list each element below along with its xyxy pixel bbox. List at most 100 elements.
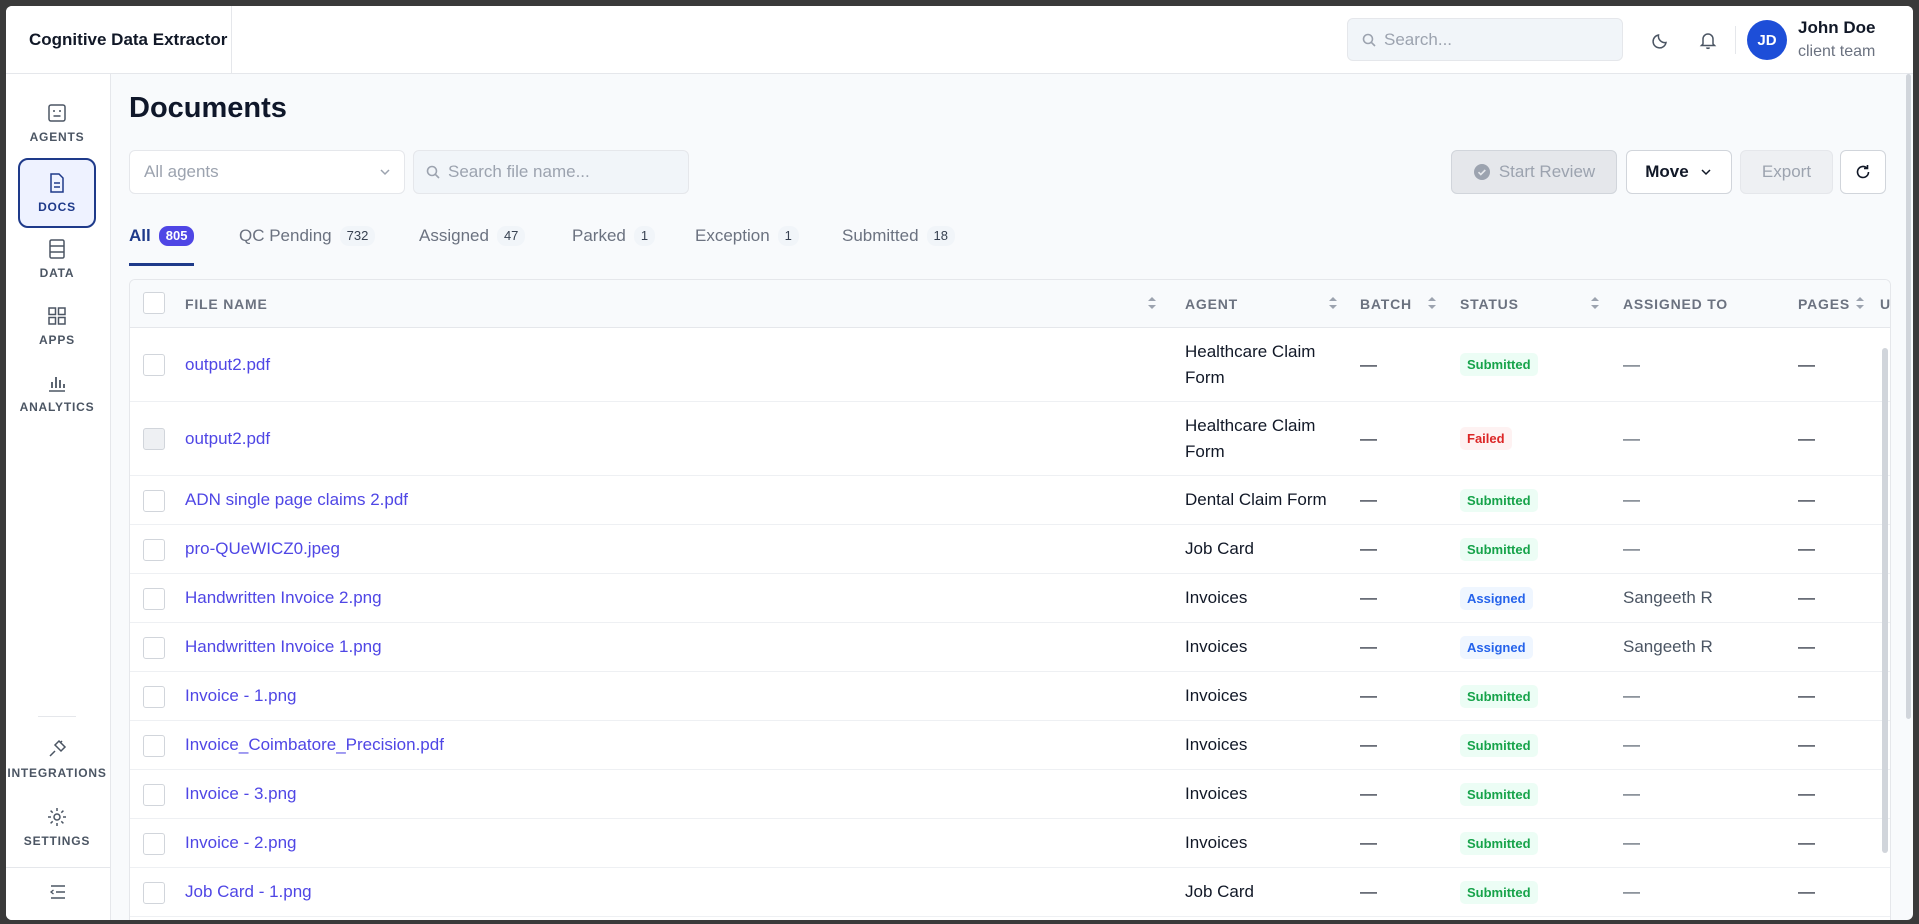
- sort-icon[interactable]: [1147, 295, 1157, 311]
- table-header: FILE NAME AGENT BATCH STATUS ASSIGNED TO…: [130, 280, 1890, 328]
- move-button[interactable]: Move: [1626, 150, 1732, 194]
- pages-cell: —: [1798, 539, 1815, 558]
- column-pages[interactable]: PAGES: [1798, 280, 1850, 328]
- sidebar-item-label: APPS: [39, 333, 75, 347]
- plug-icon: [49, 739, 67, 757]
- row-checkbox[interactable]: [143, 784, 165, 806]
- chevron-down-icon: [1701, 169, 1711, 176]
- file-search[interactable]: [413, 150, 689, 194]
- agent-filter-select[interactable]: All agents: [129, 150, 405, 194]
- sort-icon[interactable]: [1590, 295, 1600, 311]
- collapse-sidebar-button[interactable]: [44, 878, 72, 906]
- file-name-link[interactable]: Job Card - 1.png: [185, 882, 312, 902]
- agent-cell: Invoices: [1185, 686, 1248, 705]
- row-checkbox[interactable]: [143, 882, 165, 904]
- global-search-input[interactable]: [1384, 29, 1604, 50]
- tab-label: Submitted: [842, 226, 919, 245]
- sidebar-item-settings[interactable]: SETTINGS: [18, 792, 96, 862]
- row-checkbox[interactable]: [143, 588, 165, 610]
- tab-qc-pending[interactable]: QC Pending 732: [239, 226, 376, 266]
- row-checkbox[interactable]: [143, 428, 165, 450]
- table-row[interactable]: Invoice - 1.png Invoices — Submitted — —: [130, 672, 1890, 721]
- sidebar-item-analytics[interactable]: ANALYTICS: [18, 358, 96, 428]
- sort-icon[interactable]: [1855, 295, 1865, 311]
- agent-icon: [48, 104, 66, 122]
- table-scrollbar[interactable]: [1882, 348, 1888, 853]
- sidebar-item-docs[interactable]: DOCS: [18, 158, 96, 228]
- tab-submitted[interactable]: Submitted 18: [842, 226, 956, 266]
- notifications-button[interactable]: [1694, 26, 1722, 54]
- row-checkbox[interactable]: [143, 686, 165, 708]
- sidebar-item-apps[interactable]: APPS: [18, 291, 96, 361]
- row-checkbox[interactable]: [143, 354, 165, 376]
- global-search[interactable]: [1347, 18, 1623, 61]
- sidebar-item-agents[interactable]: AGENTS: [18, 88, 96, 158]
- file-name-link[interactable]: Handwritten Invoice 1.png: [185, 637, 382, 657]
- table-row[interactable]: Handwritten Invoice 2.png Invoices — Assign…: [130, 574, 1890, 623]
- sidebar-footer-divider: [6, 867, 111, 868]
- column-truncated[interactable]: U: [1880, 280, 1890, 328]
- column-file-name[interactable]: FILE NAME: [185, 280, 268, 328]
- tab-count: 805: [158, 226, 195, 246]
- table-row[interactable]: Job Card - 1.png Job Card — Submitted — —: [130, 868, 1890, 917]
- batch-cell: —: [1360, 539, 1377, 558]
- table-row[interactable]: Invoice - 3.png Invoices — Submitted — —: [130, 770, 1890, 819]
- agent-cell: Invoices: [1185, 588, 1248, 607]
- sort-icon[interactable]: [1328, 295, 1338, 311]
- column-agent[interactable]: AGENT: [1185, 280, 1238, 328]
- refresh-button[interactable]: [1840, 150, 1886, 194]
- row-checkbox[interactable]: [143, 833, 165, 855]
- table-row[interactable]: output2.pdf Healthcare Claim Form — Submitt…: [130, 328, 1890, 402]
- row-checkbox[interactable]: [143, 490, 165, 512]
- table-row[interactable]: Invoice_Coimbatore_Precision.pdf Invoices…: [130, 721, 1890, 770]
- file-name-link[interactable]: Invoice - 1.png: [185, 686, 297, 706]
- batch-cell: —: [1360, 686, 1377, 705]
- assigned-to-cell: —: [1623, 833, 1640, 852]
- column-batch[interactable]: BATCH: [1360, 280, 1412, 328]
- tab-count: 18: [926, 226, 956, 246]
- table-row[interactable]: ADN single page claims 2.pdf Dental Claim…: [130, 476, 1890, 525]
- table-row[interactable]: Invoice - 2.png Invoices — Submitted — —: [130, 819, 1890, 868]
- table-row[interactable]: output2.pdf Healthcare Claim Form — Failed —…: [130, 402, 1890, 476]
- file-name-link[interactable]: Invoice - 2.png: [185, 833, 297, 853]
- tab-assigned[interactable]: Assigned 47: [419, 226, 526, 266]
- pages-cell: —: [1798, 588, 1815, 607]
- sort-icon[interactable]: [1427, 295, 1437, 311]
- pages-cell: —: [1798, 735, 1815, 754]
- dark-mode-toggle[interactable]: [1647, 26, 1675, 54]
- file-name-link[interactable]: output2.pdf: [185, 429, 270, 449]
- start-review-label: Start Review: [1498, 162, 1596, 181]
- column-assigned-to[interactable]: ASSIGNED TO: [1623, 280, 1728, 328]
- file-search-input[interactable]: [448, 162, 678, 182]
- assigned-to-cell: —: [1623, 735, 1640, 754]
- batch-cell: —: [1360, 428, 1377, 448]
- search-icon: [426, 165, 440, 179]
- export-button[interactable]: Export: [1740, 150, 1833, 194]
- sidebar-item-data[interactable]: DATA: [18, 224, 96, 294]
- row-checkbox[interactable]: [143, 539, 165, 561]
- page-scrollbar[interactable]: [1906, 74, 1911, 719]
- file-name-link[interactable]: output2.pdf: [185, 355, 270, 375]
- tab-label: Assigned: [419, 226, 489, 245]
- file-name-link[interactable]: ADN single page claims 2.pdf: [185, 490, 408, 510]
- sidebar-item-integrations[interactable]: INTEGRATIONS: [7, 724, 106, 794]
- file-name-link[interactable]: pro-QUeWICZ0.jpeg: [185, 539, 340, 559]
- tab-exception[interactable]: Exception 1: [695, 226, 799, 266]
- tab-parked[interactable]: Parked 1: [572, 226, 656, 266]
- table-row[interactable]: Handwritten Invoice 1.png Invoices — Assign…: [130, 623, 1890, 672]
- select-all-checkbox[interactable]: [143, 292, 165, 314]
- file-name-link[interactable]: Invoice_Coimbatore_Precision.pdf: [185, 735, 444, 755]
- bell-icon: [1699, 33, 1717, 50]
- file-name-link[interactable]: Handwritten Invoice 2.png: [185, 588, 382, 608]
- column-status[interactable]: STATUS: [1460, 280, 1519, 328]
- avatar[interactable]: JD: [1747, 20, 1787, 60]
- table-row[interactable]: pro-QUeWICZ0.jpeg Job Card — Submitted — —: [130, 525, 1890, 574]
- tab-label: Exception: [695, 226, 770, 245]
- row-checkbox[interactable]: [143, 735, 165, 757]
- tab-all[interactable]: All 805: [129, 226, 195, 266]
- file-name-link[interactable]: Invoice - 3.png: [185, 784, 297, 804]
- row-checkbox[interactable]: [143, 637, 165, 659]
- bar-chart-icon: [49, 377, 65, 392]
- start-review-button[interactable]: Start Review: [1451, 150, 1617, 194]
- sidebar-divider: [38, 716, 76, 717]
